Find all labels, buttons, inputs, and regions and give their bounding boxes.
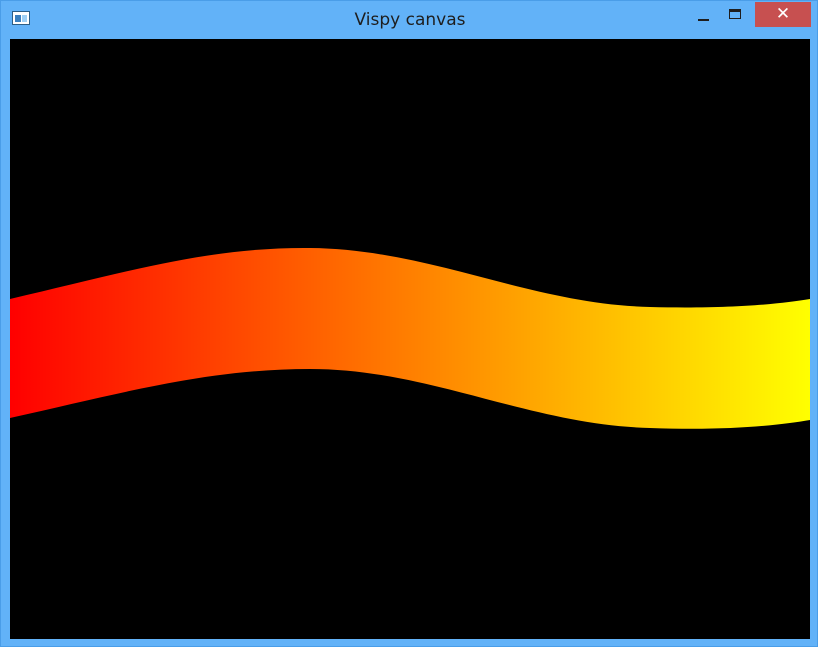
- minimize-icon: [698, 19, 709, 21]
- app-window: Vispy canvas ✕: [0, 0, 818, 647]
- close-button[interactable]: ✕: [755, 2, 811, 27]
- title-bar[interactable]: Vispy canvas ✕: [1, 1, 818, 38]
- canvas-drawing: [10, 247, 810, 429]
- minimize-button[interactable]: [689, 2, 717, 28]
- sine-band: [10, 247, 810, 429]
- vispy-canvas[interactable]: [10, 39, 810, 639]
- maximize-button[interactable]: [721, 2, 749, 28]
- close-icon: ✕: [775, 4, 791, 24]
- maximize-icon: [729, 9, 741, 19]
